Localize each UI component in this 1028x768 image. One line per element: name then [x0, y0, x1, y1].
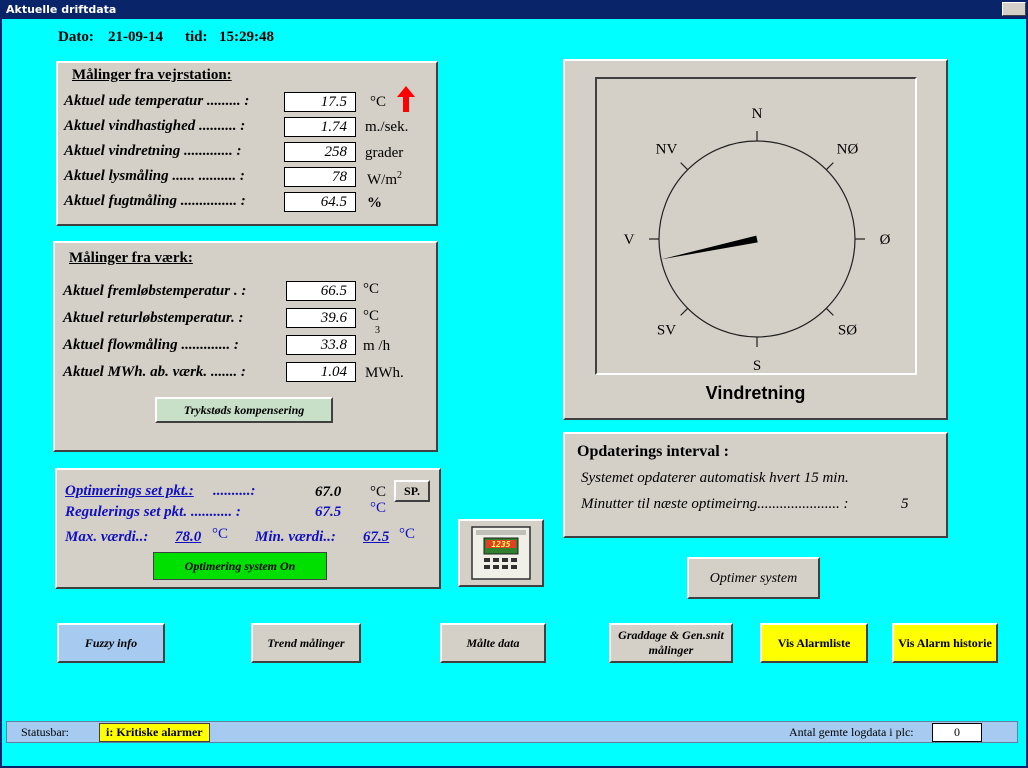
light-unit-base: W/m	[367, 172, 397, 188]
compass-frame: N NØ Ø SØ S SV V NV	[595, 77, 917, 375]
window-titlebar: Aktuelle driftdata	[0, 0, 1028, 19]
compass-tick-sw	[680, 307, 689, 316]
update-interval-panel: Opdaterings interval : Systemet opdatere…	[563, 432, 948, 538]
mwh-label: Aktuel MWh. ab. værk. ....... :	[63, 364, 246, 380]
outdoor-temp-unit: °C	[370, 94, 387, 110]
light-label: Aktuel lysmåling ...... .......... :	[64, 168, 245, 184]
next-optimization-label: Minutter til næste optimeirng...........…	[581, 496, 849, 512]
optimization-panel: Optimerings set pkt.: ..........: 67.0 °…	[55, 468, 441, 589]
humidity-value: 64.5	[284, 192, 356, 212]
window-title: Aktuelle driftdata	[6, 3, 117, 16]
update-interval-text: Systemet opdaterer automatisk hvert 15 m…	[581, 470, 849, 486]
weather-panel-title: Målinger fra vejrstation:	[72, 67, 232, 83]
compass-caption: Vindretning	[705, 383, 806, 403]
optimization-setpoint-dots: ..........:	[213, 483, 256, 499]
statusbar-label: Statusbar:	[21, 725, 69, 739]
compass-label-s: S	[753, 358, 761, 373]
compass-label-ne: NØ	[837, 141, 859, 157]
flow-label: Aktuel flowmåling ............. :	[63, 337, 239, 353]
plant-panel: Målinger fra værk: Aktuel fremløbstemper…	[53, 241, 438, 452]
compass-tick-nw	[680, 162, 689, 171]
pressure-compensation-button[interactable]: Trykstøds kompensering	[155, 397, 333, 423]
wind-direction-unit: grader	[365, 145, 404, 161]
wind-direction-value: 258	[284, 142, 356, 162]
compass-tick-se	[825, 307, 834, 316]
critical-alarms-badge[interactable]: i: Kritiske alarmer	[99, 723, 210, 742]
wind-speed-label: Aktuel vindhastighed .......... :	[64, 118, 246, 134]
max-value-label: Max. værdi..:	[65, 529, 149, 545]
return-temp-value: 39.6	[286, 308, 356, 328]
humidity-unit: %	[367, 195, 382, 211]
max-value[interactable]: 78.0	[175, 529, 201, 546]
wind-compass-panel: N NØ Ø SØ S SV V NV Vindretning	[563, 59, 948, 420]
optimization-setpoint-value: 67.0	[315, 484, 342, 500]
wind-speed-unit: m./sek.	[365, 119, 409, 135]
compass-label-e: Ø	[880, 232, 891, 248]
fuzzy-info-button[interactable]: Fuzzy info	[57, 623, 165, 663]
outdoor-temp-value: 17.5	[284, 92, 356, 112]
controller-button[interactable]: 1235	[458, 519, 544, 587]
min-value-unit: °C	[399, 526, 416, 542]
optimization-setpoint-label[interactable]: Optimerings set pkt.:	[65, 483, 194, 500]
regulation-setpoint-label: Regulerings set pkt. ........... :	[65, 504, 241, 520]
optimize-system-button[interactable]: Optimer system	[687, 557, 820, 599]
light-unit: W/m2	[367, 170, 402, 189]
light-unit-sup: 2	[397, 170, 402, 181]
outdoor-temp-label: Aktuel ude temperatur ......... :	[64, 93, 250, 109]
return-temp-label: Aktuel returløbstemperatur. :	[63, 310, 244, 326]
compass-label-n: N	[752, 106, 763, 122]
min-value[interactable]: 67.5	[363, 529, 389, 546]
wind-speed-value: 1.74	[284, 117, 356, 137]
setpoint-button[interactable]: SP.	[394, 480, 430, 502]
date-label: Dato:	[58, 29, 94, 45]
controller-device-icon: 1235	[471, 526, 531, 580]
compass-label-nw: NV	[656, 141, 678, 157]
flow-unit: m /h	[363, 338, 391, 354]
log-count-value: 0	[932, 723, 982, 742]
optimization-setpoint-unit: °C	[370, 484, 387, 500]
compass-label-se: SØ	[838, 323, 857, 339]
humidity-label: Aktuel fugtmåling ............... :	[64, 193, 246, 209]
compass-label-w: V	[624, 232, 635, 248]
supply-temp-unit: °C	[363, 281, 380, 297]
date-value: 21-09-14	[108, 29, 163, 45]
regulation-setpoint-unit: °C	[370, 500, 387, 516]
status-bar: Statusbar: i: Kritiske alarmer Antal gem…	[6, 721, 1018, 743]
time-label: tid:	[185, 29, 208, 45]
wind-compass: N NØ Ø SØ S SV V NV	[624, 106, 891, 373]
update-interval-title: Opdaterings interval :	[577, 443, 729, 460]
flow-unit-sup: 3	[375, 325, 380, 336]
weather-panel: Målinger fra vejrstation: Aktuel ude tem…	[56, 61, 438, 226]
time-value: 15:29:48	[219, 29, 274, 45]
alarm-history-button[interactable]: Vis Alarm historie	[892, 623, 998, 663]
mwh-value: 1.04	[286, 362, 356, 382]
return-temp-unit: °C	[363, 308, 380, 324]
compass-tick-ne	[825, 162, 834, 171]
wind-direction-label: Aktuel vindretning ............. :	[64, 143, 242, 159]
degree-days-button[interactable]: Graddage & Gen.snit målinger	[609, 623, 733, 663]
controller-display-text: 1235	[491, 540, 510, 549]
window-close-button[interactable]	[1002, 2, 1026, 16]
light-value: 78	[284, 167, 356, 187]
optimization-status-button[interactable]: Optimering system On	[153, 552, 327, 580]
alarm-list-button[interactable]: Vis Alarmliste	[760, 623, 868, 663]
wind-direction-needle	[661, 235, 758, 260]
compass-label-sw: SV	[657, 323, 676, 339]
mwh-unit: MWh.	[365, 365, 404, 381]
measured-data-button[interactable]: Målte data	[440, 623, 546, 663]
log-count-label: Antal gemte logdata i plc:	[789, 725, 914, 739]
flow-value: 33.8	[286, 335, 356, 355]
main-client-area: Dato: 21-09-14 tid: 15:29:48 Målinger fr…	[2, 19, 1026, 766]
regulation-setpoint-value: 67.5	[315, 504, 342, 520]
supply-temp-label: Aktuel fremløbstemperatur . :	[63, 283, 247, 299]
trend-up-arrow-icon	[397, 86, 415, 112]
trend-button[interactable]: Trend målinger	[251, 623, 361, 663]
plant-panel-title: Målinger fra værk:	[69, 250, 193, 266]
min-value-label: Min. værdi..:	[255, 529, 336, 545]
next-optimization-value: 5	[901, 496, 909, 512]
max-value-unit: °C	[212, 526, 229, 542]
supply-temp-value: 66.5	[286, 281, 356, 301]
